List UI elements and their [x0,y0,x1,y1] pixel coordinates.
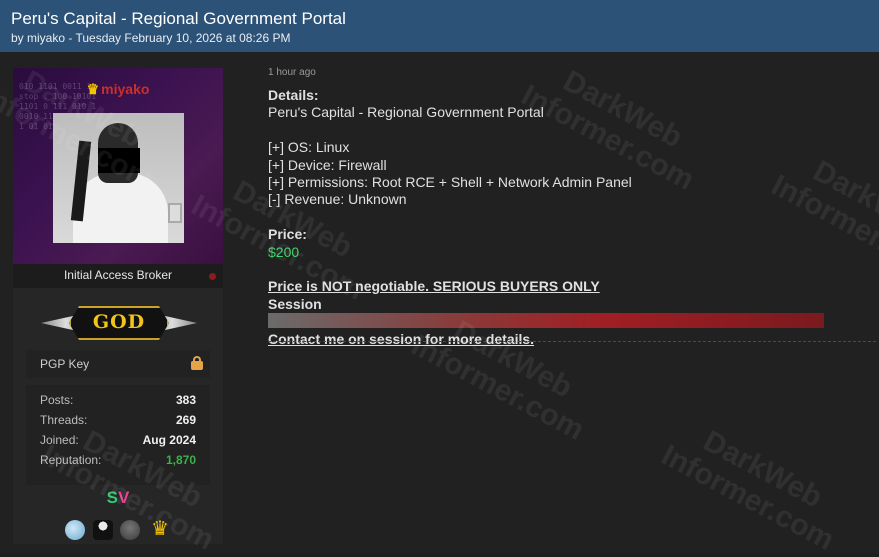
reputation-value[interactable]: 1,870 [166,453,196,467]
crown-award-icon[interactable]: ♛ [148,518,172,540]
post-content: 1 hour ago Details: Peru's Capital - Reg… [268,52,879,553]
session-label: Session [268,295,322,312]
buyer-notice: Price is NOT negotiable. SERIOUS BUYERS … [268,278,600,295]
username-link[interactable]: ♛ miyako [13,81,223,98]
helmet-award-icon[interactable] [120,520,140,540]
globe-award-icon[interactable] [65,520,85,540]
user-stats: Posts: 383 Threads: 269 Joined: Aug 2024… [26,385,210,485]
details-title: Peru's Capital - Regional Government Por… [268,104,544,121]
stat-reputation: Reputation: 1,870 [26,451,210,471]
lock-icon[interactable] [191,356,203,370]
crown-icon: ♛ [86,81,100,97]
pgp-key-label: PGP Key [40,357,90,371]
pgp-key-row[interactable]: PGP Key [26,350,210,378]
rank-text: GOD [92,311,146,333]
avatar-censor-bar [98,148,140,173]
stat-value: Aug 2024 [142,433,196,447]
post-body: Details: Peru's Capital - Regional Gover… [268,87,876,348]
detail-os: [+] OS: Linux [268,139,350,156]
stat-label: Reputation: [40,453,102,467]
user-profile-card: 010 1101 0011 11 stop . 100 10101 1101 0… [13,68,223,544]
stat-label: Joined: [40,433,79,447]
thread-title: Peru's Capital - Regional Government Por… [11,9,346,28]
post-container: 010 1101 0011 11 stop . 100 10101 1101 0… [0,52,879,557]
detail-device: [+] Device: Firewall [268,156,387,173]
awards-row: ♛ [63,518,183,542]
rank-badge: GOD [41,306,197,340]
thread-byline: by miyako - Tuesday February 10, 2026 at… [11,31,291,45]
badge-v-icon: V [118,488,130,507]
avatar-background-door [168,203,182,223]
user-role: Initial Access Broker [63,268,173,282]
sv-badge: SV [13,488,223,508]
stat-posts: Posts: 383 [26,391,210,411]
detail-revenue: [-] Revenue: Unknown [268,191,407,208]
online-status-dot [209,273,216,280]
suit-award-icon[interactable] [93,520,113,540]
stat-joined: Joined: Aug 2024 [26,431,210,451]
redacted-session-id [268,313,824,329]
detail-permissions: [+] Permissions: Root RCE + Shell + Netw… [268,174,632,191]
username-text: miyako [101,81,150,97]
stat-value: 383 [175,393,196,407]
stat-label: Posts: [40,393,74,407]
thread-header: Peru's Capital - Regional Government Por… [0,0,879,52]
avatar-figure [73,173,168,243]
stat-value: 269 [175,413,196,427]
post-timestamp[interactable]: 1 hour ago [268,67,316,78]
stat-threads: Threads: 269 [26,411,210,431]
profile-banner: 010 1101 0011 11 stop . 100 10101 1101 0… [13,68,223,264]
session-row: Session [268,296,876,331]
badge-s-icon: S [106,488,118,507]
user-role-row: Initial Access Broker [13,264,223,288]
post-divider [268,341,876,342]
details-heading: Details: [268,87,319,103]
avatar[interactable] [53,113,184,243]
contact-note: Contact me on session for more details. [268,330,535,347]
stat-label: Threads: [40,413,88,427]
price-heading: Price: [268,226,307,243]
price-value: $200 [268,243,300,260]
